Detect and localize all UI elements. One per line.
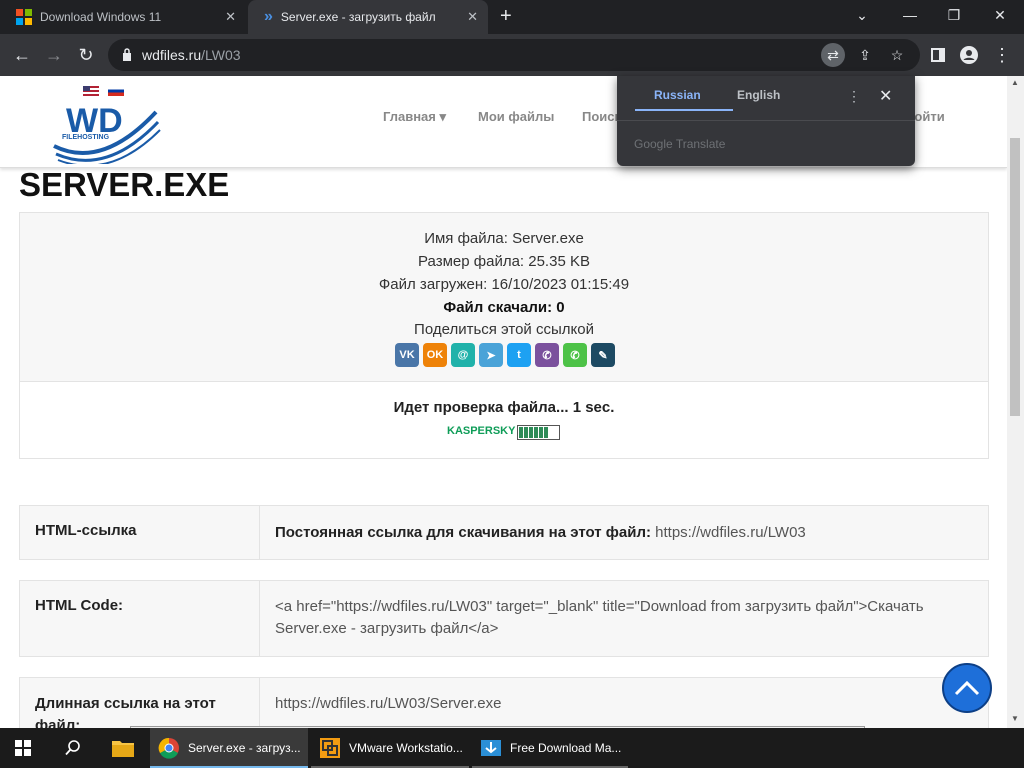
file-check-status: Идет проверка файла... 1 sec. — [393, 399, 615, 416]
search-icon — [65, 740, 80, 756]
row-value-code[interactable]: <a href="https://wdfiles.ru/LW03" target… — [260, 581, 988, 656]
logo-subtext: FILEHOSTING — [62, 134, 110, 141]
side-panel-icon[interactable] — [926, 43, 950, 67]
start-button[interactable] — [0, 728, 46, 768]
tab-title: Download Windows 11 — [40, 10, 162, 24]
scroll-to-top-button[interactable] — [942, 663, 992, 713]
url-host: wdfiles.ru — [142, 47, 202, 63]
row-label: HTML Code: — [20, 581, 260, 656]
lock-icon — [123, 48, 131, 61]
nav-search[interactable]: Поиск — [582, 109, 621, 124]
odnoklassniki-icon[interactable]: OK — [423, 343, 447, 367]
html-code-row: HTML Code: <a href="https://wdfiles.ru/L… — [19, 580, 989, 657]
row-label: HTML-ссылка — [20, 506, 260, 559]
translate-tab-english[interactable]: English — [737, 88, 780, 102]
vertical-scrollbar[interactable]: ▲ ▼ — [1007, 76, 1024, 728]
url-text[interactable]: wdfiles.ru/LW03 — [142, 47, 241, 63]
row-value-link[interactable]: https://wdfiles.ru/LW03 — [655, 524, 806, 541]
tab-title: Server.exe - загрузить файл — [280, 10, 436, 24]
kaspersky-logo: KASPERSKY — [447, 425, 516, 437]
reload-button[interactable]: ↻ — [74, 43, 98, 67]
english-flag-icon[interactable] — [83, 86, 99, 96]
windows-taskbar: Server.exe - загруз... VMware Workstatio… — [0, 728, 1024, 768]
tab-download-windows[interactable]: Download Windows 11 ✕ — [0, 0, 246, 34]
taskbar-app-vmware[interactable]: VMware Workstatio... — [311, 728, 469, 768]
share-label: Поделиться этой ссылкой — [414, 321, 594, 338]
browser-tab-bar: Download Windows 11 ✕ » Server.exe - заг… — [0, 0, 1024, 34]
folder-icon — [112, 741, 134, 757]
divider — [617, 120, 915, 121]
file-uploaded-line: Файл загружен: 16/10/2023 01:15:49 — [378, 276, 630, 293]
close-tab-icon[interactable]: ✕ — [467, 9, 478, 25]
scan-progress-bar — [517, 425, 560, 440]
new-tab-button[interactable]: + — [500, 6, 520, 26]
close-icon[interactable]: ✕ — [879, 86, 892, 106]
close-window-button[interactable]: ✕ — [978, 0, 1022, 30]
bookmark-star-icon[interactable]: ☆ — [885, 43, 909, 67]
translate-tab-russian[interactable]: Russian — [654, 88, 701, 102]
file-info-box: Имя файла: Server.exe Размер файла: 25.3… — [19, 212, 989, 459]
site-logo[interactable]: WD FILEHOSTING — [52, 98, 162, 164]
livejournal-icon[interactable]: ✎ — [591, 343, 615, 367]
translate-popup: Russian English ⋮ ✕ Google Translate — [617, 76, 915, 166]
tab-server-exe[interactable]: » Server.exe - загрузить файл ✕ — [248, 0, 488, 34]
file-explorer-button[interactable] — [100, 728, 146, 768]
whatsapp-icon[interactable]: ✆ — [563, 343, 587, 367]
html-link-row: HTML-ссылка Постоянная ссылка для скачив… — [19, 505, 989, 560]
twitter-icon[interactable]: t — [507, 343, 531, 367]
translate-options-icon[interactable]: ⋮ — [847, 88, 861, 105]
taskbar-app-chrome[interactable]: Server.exe - загруз... — [150, 728, 308, 768]
browser-toolbar: ← → ↻ wdfiles.ru/LW03 ⇄ ⇪ ☆ ⋮ — [0, 34, 1024, 76]
chrome-icon — [158, 737, 179, 759]
chevron-up-icon — [954, 680, 980, 696]
vmware-icon — [320, 738, 340, 758]
taskbar-app-label: Server.exe - загруз... — [188, 741, 301, 755]
scroll-up-arrow-icon[interactable]: ▲ — [1011, 78, 1019, 87]
viber-icon[interactable]: ✆ — [535, 343, 559, 367]
active-tab-indicator — [635, 109, 733, 111]
minimize-button[interactable]: — — [888, 0, 932, 30]
tab-search-icon[interactable]: ⌄ — [840, 0, 884, 30]
row-value[interactable]: Постоянная ссылка для скачивания на этот… — [260, 506, 988, 559]
scroll-down-arrow-icon[interactable]: ▼ — [1011, 714, 1019, 723]
nav-home[interactable]: Главная ▾ — [383, 109, 446, 125]
google-translate-label: Google Translate — [634, 137, 726, 151]
telegram-icon[interactable]: ➤ — [479, 343, 503, 367]
back-button[interactable]: ← — [10, 43, 34, 67]
close-tab-icon[interactable]: ✕ — [225, 9, 236, 25]
taskbar-app-fdm[interactable]: Free Download Ma... — [472, 728, 628, 768]
url-path: /LW03 — [201, 47, 241, 63]
windows-start-icon — [15, 740, 31, 756]
row-value-bold: Постоянная ссылка для скачивания на этот… — [275, 524, 656, 541]
download-manager-icon — [481, 740, 501, 756]
page-title: SERVER.EXE — [19, 166, 230, 203]
vk-icon[interactable]: VK — [395, 343, 419, 367]
forward-button[interactable]: → — [42, 43, 66, 67]
chevron-double-right-icon: » — [264, 8, 273, 25]
translate-icon[interactable]: ⇄ — [821, 43, 845, 67]
file-info-top: Имя файла: Server.exe Размер файла: 25.3… — [20, 213, 988, 382]
menu-dots-icon[interactable]: ⋮ — [990, 43, 1014, 67]
file-name-line: Имя файла: Server.exe — [424, 230, 584, 247]
moimir-icon[interactable]: @ — [451, 343, 475, 367]
nav-my-files[interactable]: Мои файлы — [478, 109, 554, 124]
search-button[interactable] — [50, 728, 96, 768]
taskbar-app-label: Free Download Ma... — [510, 741, 622, 755]
russian-flag-icon[interactable] — [108, 86, 124, 96]
address-bar[interactable]: wdfiles.ru/LW03 ⇄ ⇪ ☆ — [108, 39, 920, 71]
scrollbar-thumb[interactable] — [1010, 138, 1020, 416]
windows-logo-icon — [16, 9, 32, 25]
file-downloads-line: Файл скачали: 0 — [443, 299, 565, 316]
taskbar-app-label: VMware Workstatio... — [349, 741, 463, 755]
share-buttons: VK OK @ ➤ t ✆ ✆ ✎ — [395, 343, 615, 367]
file-size-line: Размер файла: 25.35 KB — [418, 253, 590, 270]
restore-button[interactable]: ❐ — [932, 0, 976, 30]
profile-icon[interactable] — [957, 43, 981, 67]
share-icon[interactable]: ⇪ — [853, 43, 877, 67]
